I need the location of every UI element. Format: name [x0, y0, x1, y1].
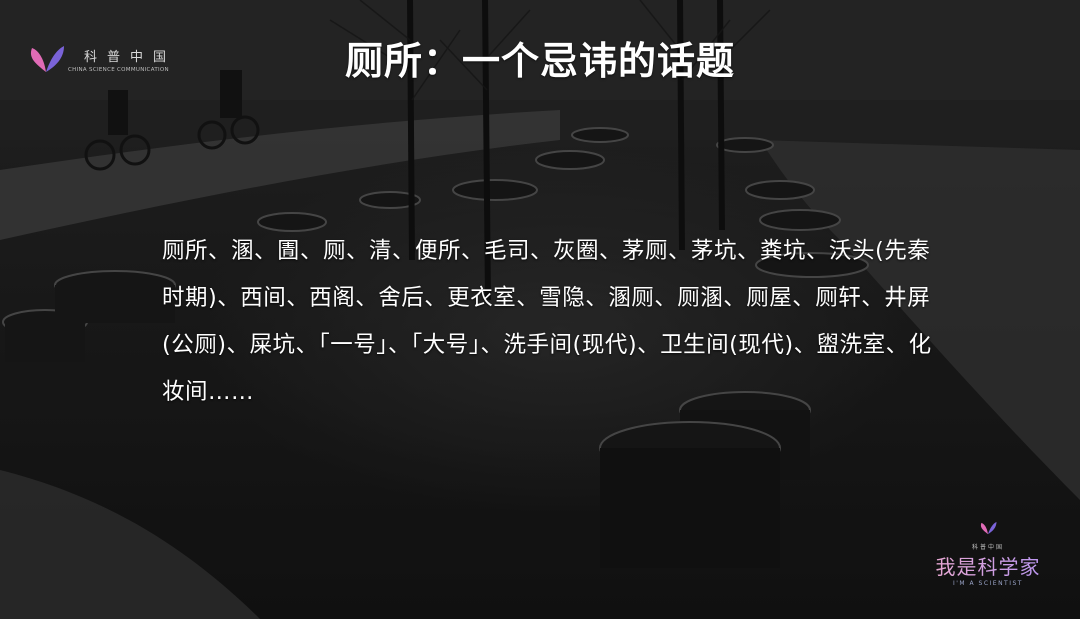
i-am-scientist-logo: 科普中国 我是科学家 I'M A SCIENTIST [928, 520, 1048, 590]
logo-name-text: 我是科学家 [928, 551, 1048, 580]
slide-body: 厕所、溷、圊、厕、清、便所、毛司、灰圈、茅厕、茅坑、粪坑、沃头(先秦时期)、西间… [162, 238, 932, 405]
slide: 科普中国 CHINA SCIENCE COMMUNICATION 厕所：一个忌讳… [0, 0, 1080, 619]
logo-sub-text: I'M A SCIENTIST [953, 580, 1023, 587]
butterfly-logo-icon [980, 521, 997, 535]
slide-title: 厕所：一个忌讳的话题 [344, 39, 735, 83]
logo-small-text: 科普中国 [971, 544, 1004, 551]
